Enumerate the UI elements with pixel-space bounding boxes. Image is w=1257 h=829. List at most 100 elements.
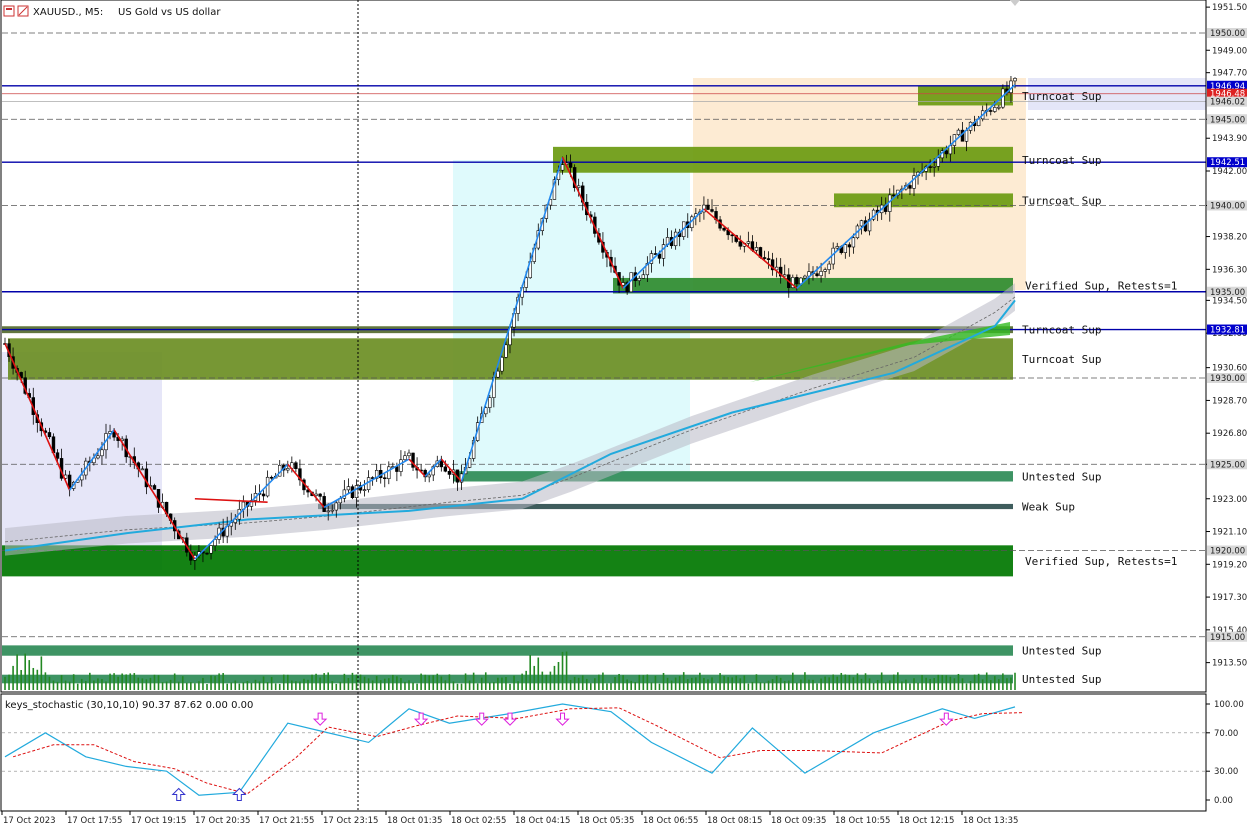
candle [827, 263, 831, 270]
y-tick-label: 1919.20 [1212, 560, 1247, 570]
candle [366, 477, 371, 490]
candle [835, 246, 839, 249]
x-tick-label: 18 Oct 04:15 [515, 816, 570, 826]
x-tick-label: 17 Oct 23:15 [323, 816, 378, 826]
zone-label: Turncoat Sup [1022, 90, 1101, 103]
zone-rect [918, 86, 1013, 106]
candle [447, 470, 452, 475]
y-tick-label: 1921.10 [1212, 528, 1247, 538]
x-tick-label: 18 Oct 08:15 [707, 816, 762, 826]
symbol-label: XAUUSD., M5: [33, 7, 103, 18]
candle [286, 468, 290, 471]
price-label: 1940.00 [1210, 202, 1245, 212]
candle [362, 489, 367, 491]
candle [673, 231, 678, 247]
zone-rect [2, 645, 1013, 656]
price-label: 1930.00 [1210, 374, 1245, 384]
stoch-level-label: 0.00 [1214, 796, 1233, 806]
price-label: 1932.81 [1210, 326, 1245, 336]
candle [152, 485, 157, 490]
price-label: 1920.00 [1210, 547, 1245, 557]
y-tick-label: 1917.30 [1212, 593, 1247, 603]
candle [932, 166, 936, 168]
candle [399, 459, 403, 472]
chart-icon[interactable] [3, 5, 15, 17]
candle [944, 150, 949, 155]
candle [504, 344, 508, 358]
candle [964, 130, 969, 142]
candle [383, 477, 387, 480]
candle [500, 357, 504, 372]
candle [843, 244, 848, 253]
candle [956, 129, 961, 135]
candle [993, 107, 997, 112]
zone-label: Untested Sup [1022, 645, 1101, 658]
x-tick-label: 17 Oct 21:55 [259, 816, 314, 826]
y-tick-label: 1942.00 [1212, 167, 1247, 177]
candle [96, 455, 100, 459]
candle [803, 275, 807, 279]
zone-label: Turncoat Sup [1022, 194, 1101, 207]
candle [318, 493, 322, 497]
y-tick-label: 1923.00 [1212, 495, 1247, 505]
candle [326, 510, 330, 513]
candle [140, 468, 145, 471]
candle [209, 545, 213, 554]
y-tick-label: 1934.50 [1212, 296, 1247, 306]
candle [488, 397, 492, 408]
candle [641, 274, 646, 279]
candle [560, 164, 565, 171]
candle [859, 220, 864, 227]
candle [892, 194, 896, 197]
candle [427, 474, 431, 478]
y-tick-label: 1930.60 [1212, 364, 1247, 374]
stoch-level-label: 70.00 [1214, 729, 1238, 739]
candle [706, 204, 710, 210]
candle [754, 247, 759, 251]
candle [795, 277, 799, 285]
x-tick-label: 18 Oct 13:35 [963, 816, 1018, 826]
candle [387, 466, 391, 480]
price-label: 1945.00 [1210, 115, 1245, 125]
symbol-description: US Gold vs US dollar [118, 7, 221, 18]
zone-label: Turncoat Sup [1022, 154, 1101, 167]
candle [823, 269, 827, 272]
stoch-level-label: 30.00 [1214, 767, 1238, 777]
x-tick-label: 17 Oct 19:15 [131, 816, 186, 826]
candle [989, 110, 993, 112]
candle [261, 493, 266, 497]
candle [100, 449, 104, 457]
y-tick-label: 1951.50 [1212, 3, 1247, 13]
candle [766, 258, 771, 260]
price-label: 1915.00 [1210, 633, 1245, 643]
candle [762, 257, 767, 259]
zone-label: Verified Sup, Retests=1 [1025, 280, 1177, 293]
candle [637, 278, 641, 281]
candle [847, 244, 852, 248]
candle [496, 370, 500, 378]
candle [722, 227, 726, 231]
x-tick-label: 18 Oct 10:55 [835, 816, 890, 826]
candle [738, 241, 742, 247]
zone-label: Turncoat Sup [1022, 353, 1101, 366]
candle [576, 185, 581, 188]
candle [354, 485, 359, 499]
candle [746, 241, 751, 244]
y-tick-label: 1949.00 [1212, 46, 1247, 56]
zone-label: Untested Sup [1022, 470, 1101, 483]
candle [653, 253, 658, 255]
y-tick-label: 1947.70 [1212, 69, 1247, 79]
x-tick-label: 18 Oct 01:35 [387, 816, 442, 826]
x-tick-label: 18 Oct 09:35 [771, 816, 826, 826]
candle [1013, 77, 1017, 82]
candle [851, 237, 856, 248]
price-label: 1946.02 [1210, 98, 1245, 108]
price-label: 1942.51 [1210, 158, 1245, 168]
stoch-level-label: 100.00 [1214, 700, 1244, 710]
chart-root[interactable]: Turncoat Sup Turncoat Sup Turncoat Sup Veri… [0, 0, 1257, 829]
zone-label: Verified Sup, Retests=1 [1025, 555, 1177, 568]
candle [936, 157, 940, 167]
y-tick-label: 1938.20 [1212, 233, 1247, 243]
zone-rect [2, 545, 1013, 577]
candle [403, 455, 407, 461]
